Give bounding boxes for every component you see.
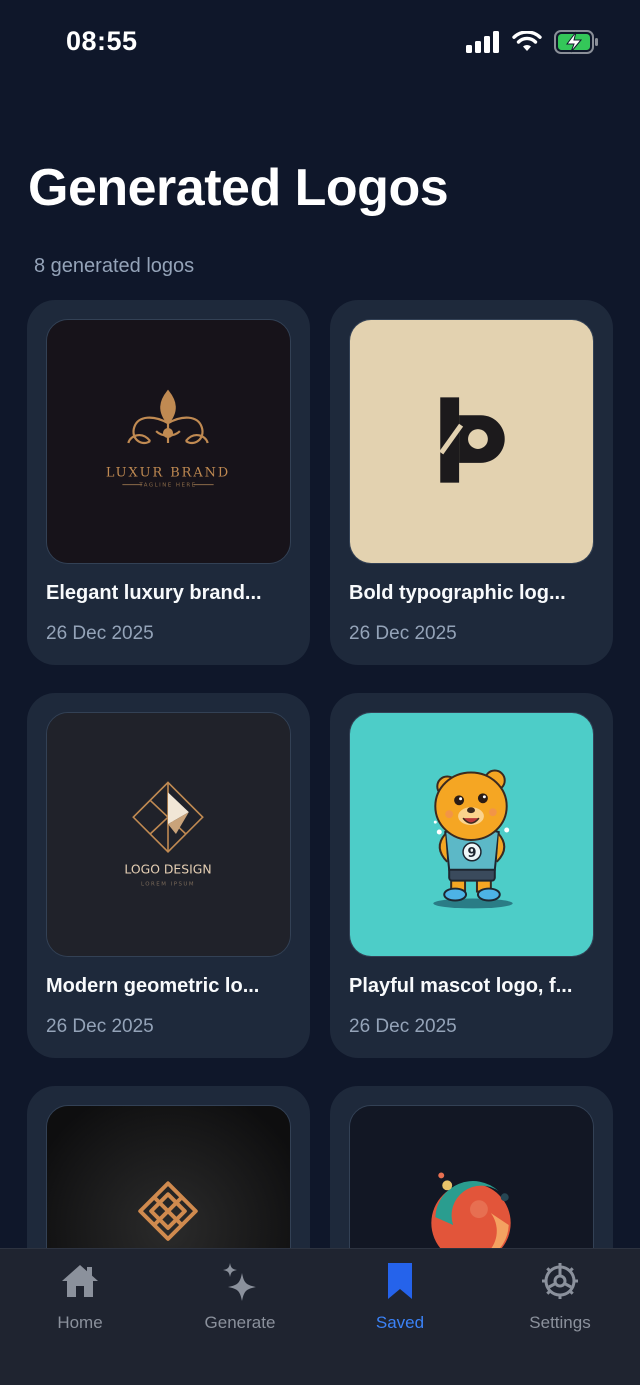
tab-bar: Home Generate Saved Settings <box>0 1248 640 1385</box>
tab-label: Settings <box>529 1313 591 1332</box>
logo-count: 8 generated logos <box>34 255 195 277</box>
logo-thumbnail <box>349 319 594 564</box>
tab-saved[interactable]: Saved <box>320 1249 480 1385</box>
tab-settings[interactable]: Settings <box>480 1249 640 1385</box>
luxury-crest-logo-image: LUXUR BRAND TAGLINE HERE <box>47 320 290 563</box>
tab-label: Home <box>57 1313 103 1332</box>
tab-label: Saved <box>375 1313 425 1332</box>
geometric-diamond-logo-image: LOGO DESIGN LOREM IPSUM <box>47 713 290 956</box>
tab-label: Generate <box>204 1313 276 1332</box>
logo-tagline: TAGLINE HERE <box>138 483 196 489</box>
logo-title: Playful mascot logo, f... <box>349 975 573 997</box>
logo-wordmark: LUXUR BRAND <box>106 466 230 481</box>
logo-card[interactable]: 9 Playful mascot logo, f... 26 Dec 2025 <box>330 693 613 1058</box>
status-icons <box>466 30 600 54</box>
logo-date: 26 Dec 2025 <box>349 1016 457 1037</box>
home-icon <box>62 1265 98 1297</box>
logo-date: 26 Dec 2025 <box>46 1016 154 1037</box>
logo-title: Modern geometric lo... <box>46 975 260 997</box>
logo-tagline: LOREM IPSUM <box>141 882 195 888</box>
logo-card[interactable]: Bold typographic log... 26 Dec 2025 <box>330 300 613 665</box>
status-bar: 08:55 <box>0 0 640 86</box>
gear-icon <box>542 1263 578 1299</box>
logo-wordmark: LOGO DESIGN <box>124 862 211 877</box>
logo-thumbnail: 9 <box>349 712 594 957</box>
logo-thumbnail: LUXUR BRAND TAGLINE HERE <box>46 319 291 564</box>
svg-text:9: 9 <box>468 846 477 861</box>
wifi-icon <box>512 31 542 51</box>
sparkles-icon <box>223 1263 256 1301</box>
mascot-bear-logo-image: 9 <box>350 713 593 956</box>
tab-generate[interactable]: Generate <box>160 1249 320 1385</box>
logo-title: Elegant luxury brand... <box>46 582 262 604</box>
battery-charging-icon <box>554 30 598 54</box>
page-title: Generated Logos <box>28 159 449 217</box>
logo-thumbnail: LOGO DESIGN LOREM IPSUM <box>46 712 291 957</box>
typographic-p-logo-image <box>350 320 593 563</box>
bookmark-icon <box>388 1263 412 1299</box>
cellular-signal-icon <box>466 31 499 53</box>
logo-grid: LUXUR BRAND TAGLINE HERE Elegant luxury … <box>27 300 613 1385</box>
logo-card[interactable]: LUXUR BRAND TAGLINE HERE Elegant luxury … <box>27 300 310 665</box>
status-time: 08:55 <box>66 26 138 56</box>
tab-home[interactable]: Home <box>0 1249 160 1385</box>
logo-card[interactable]: LOGO DESIGN LOREM IPSUM Modern geometric… <box>27 693 310 1058</box>
logo-date: 26 Dec 2025 <box>349 623 457 644</box>
logo-date: 26 Dec 2025 <box>46 623 154 644</box>
logo-title: Bold typographic log... <box>349 582 566 604</box>
